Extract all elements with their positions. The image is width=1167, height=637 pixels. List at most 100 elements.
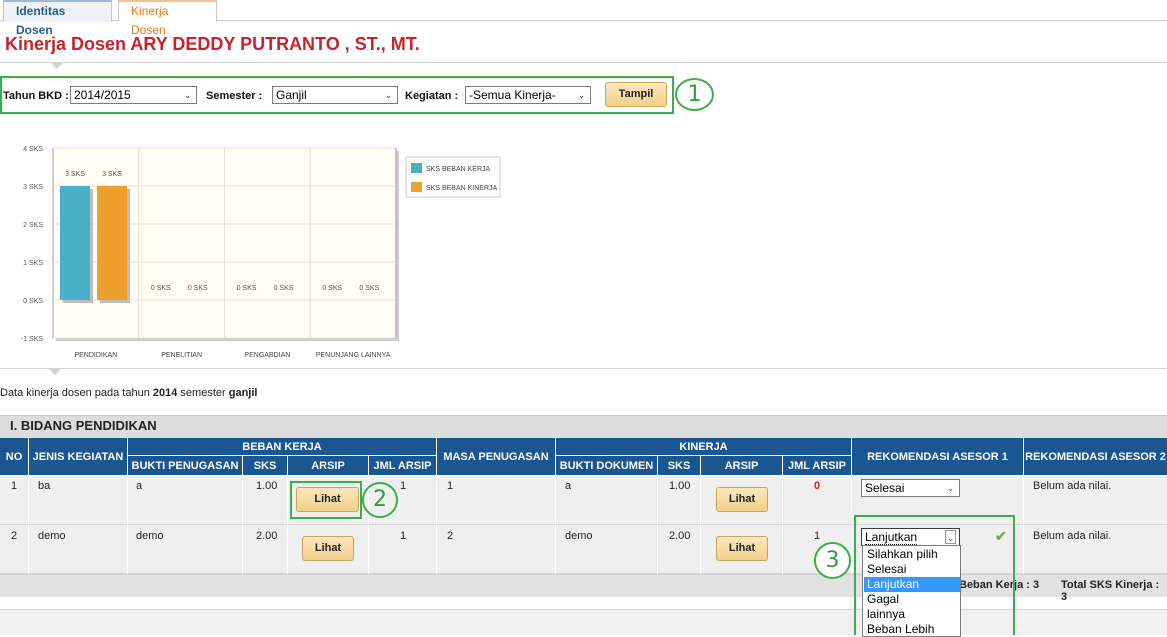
divider bbox=[0, 62, 1167, 63]
column-separator bbox=[28, 476, 29, 574]
col-no: NO bbox=[0, 438, 29, 476]
info-semester: ganjil bbox=[228, 387, 258, 399]
section-title: I. BIDANG PENDIDIKAN bbox=[10, 418, 157, 433]
cell-sks: 1.00 bbox=[256, 480, 278, 492]
tab-identitas-dosen[interactable]: Identitas Dosen bbox=[3, 0, 112, 37]
divider-pointer bbox=[48, 368, 62, 375]
tab-bar: Identitas Dosen Kinerja Dosen bbox=[0, 0, 1167, 37]
column-separator bbox=[657, 476, 658, 574]
x-tick-label: PENGABDIAN bbox=[244, 352, 290, 359]
data-label: 3 SKS bbox=[102, 171, 122, 178]
column-separator bbox=[782, 476, 783, 574]
data-label: 0 SKS bbox=[322, 285, 342, 292]
kegiatan-value: -Semua Kinerja- bbox=[469, 88, 556, 102]
cell-sks-kinerja: 2.00 bbox=[669, 530, 691, 542]
column-separator bbox=[555, 476, 556, 574]
dropdown-highlight-box bbox=[854, 515, 1015, 635]
kegiatan-label: Kegiatan : bbox=[405, 90, 459, 102]
rekomendasi-value: Selesai bbox=[865, 481, 905, 495]
page-title: Kinerja Dosen ARY DEDDY PUTRANTO , ST., … bbox=[5, 34, 420, 54]
info-year: 2014 bbox=[152, 387, 178, 399]
cell-jml-arsip: 1 bbox=[400, 480, 407, 492]
cell-sks-kinerja: 1.00 bbox=[669, 480, 691, 492]
cell-no: 2 bbox=[11, 530, 18, 542]
col-sks: SKS bbox=[243, 456, 288, 476]
col-masa-penugasan: MASA PENUGASAN bbox=[437, 438, 556, 476]
col-arsip: ARSIP bbox=[288, 456, 369, 476]
cell-bukti: a bbox=[136, 480, 143, 492]
bar bbox=[97, 186, 127, 300]
col-jenis-kegiatan: JENIS KEGIATAN bbox=[29, 438, 128, 476]
data-label: 3 SKS bbox=[65, 171, 85, 178]
legend-swatch bbox=[411, 163, 422, 173]
x-tick-label: PENUNJANG LAINNYA bbox=[316, 352, 391, 359]
cell-sks: 2.00 bbox=[256, 530, 278, 542]
info-mid: semester bbox=[177, 387, 229, 399]
lihat-button[interactable]: Lihat bbox=[302, 536, 354, 561]
semester-select[interactable]: Ganjil ⌄ bbox=[272, 86, 398, 104]
chevron-down-icon: ⌄ bbox=[577, 90, 586, 100]
divider-pointer bbox=[50, 62, 64, 69]
tab-kinerja-dosen[interactable]: Kinerja Dosen bbox=[118, 0, 217, 37]
cell-jml-arsip-kinerja: 1 bbox=[814, 530, 821, 542]
column-separator bbox=[851, 476, 852, 574]
y-tick-label: -1 SKS bbox=[21, 336, 44, 343]
info-prefix: Data kinerja dosen pada tahun bbox=[0, 387, 153, 399]
lihat-kinerja-button[interactable]: Lihat bbox=[716, 536, 768, 561]
sks-chart: 4 SKS 3 SKS 2 SKS 1 SKS 0 SKS -1 SKS 3 SKS 3 SK… bbox=[21, 146, 501, 359]
semester-label: Semester : bbox=[206, 90, 263, 102]
y-tick-label: 2 SKS bbox=[23, 222, 43, 229]
tampil-button[interactable]: Tampil bbox=[605, 82, 667, 107]
tahun-select[interactable]: 2014/2015 ⌄ bbox=[70, 86, 197, 104]
info-text: Data kinerja dosen pada tahun 2014 semes… bbox=[0, 387, 257, 399]
x-tick-label: PENDIDIKAN bbox=[74, 352, 117, 359]
cell-bukti-dokumen: a bbox=[565, 480, 572, 492]
annotation-2: 2 bbox=[362, 482, 398, 518]
lihat-kinerja-button[interactable]: Lihat bbox=[716, 487, 768, 512]
tahun-label: Tahun BKD : bbox=[3, 90, 69, 102]
col-sks-kinerja: SKS bbox=[658, 456, 701, 476]
column-separator bbox=[1023, 476, 1024, 574]
cell-rekomendasi-2: Belum ada nilai. bbox=[1033, 480, 1112, 492]
semester-value: Ganjil bbox=[276, 88, 307, 102]
data-label: 0 SKS bbox=[151, 285, 171, 292]
cell-masa: 2 bbox=[447, 530, 454, 542]
column-separator bbox=[242, 476, 243, 574]
cell-no: 1 bbox=[11, 480, 18, 492]
data-label: 0 SKS bbox=[274, 285, 294, 292]
cell-jenis: ba bbox=[38, 480, 51, 492]
column-separator bbox=[700, 476, 701, 574]
column-separator bbox=[287, 476, 288, 574]
col-beban-kerja: BEBAN KERJA bbox=[128, 438, 437, 456]
bar bbox=[60, 186, 90, 300]
tahun-value: 2014/2015 bbox=[74, 88, 131, 102]
rekomendasi-select[interactable]: Selesai ⌄ bbox=[861, 479, 960, 497]
kegiatan-select[interactable]: -Semua Kinerja- ⌄ bbox=[465, 86, 591, 104]
annotation-1: 1 bbox=[675, 78, 714, 111]
chevron-down-icon: ⌄ bbox=[183, 90, 192, 100]
data-label: 0 SKS bbox=[359, 285, 379, 292]
legend-label: SKS BEBAN KERJA bbox=[426, 166, 491, 173]
column-separator bbox=[436, 476, 437, 574]
col-bukti-dokumen: BUKTI DOKUMEN bbox=[556, 456, 658, 476]
col-rekomendasi-asesor-2: REKOMENDASI ASESOR 2 bbox=[1024, 438, 1167, 476]
data-label: 0 SKS bbox=[237, 285, 257, 292]
legend-swatch bbox=[411, 182, 422, 192]
cell-bukti: demo bbox=[136, 530, 164, 542]
col-kinerja: KINERJA bbox=[556, 438, 852, 456]
col-jml-arsip: JML ARSIP bbox=[369, 456, 437, 476]
cell-jenis: demo bbox=[38, 530, 66, 542]
y-tick-label: 0 SKS bbox=[23, 298, 43, 305]
cell-bukti-dokumen: demo bbox=[565, 530, 593, 542]
col-arsip-kinerja: ARSIP bbox=[701, 456, 783, 476]
col-rekomendasi-asesor-1: REKOMENDASI ASESOR 1 bbox=[852, 438, 1024, 476]
data-label: 0 SKS bbox=[188, 285, 208, 292]
col-jml-arsip-kinerja: JML ARSIP bbox=[783, 456, 852, 476]
x-tick-label: PENELITIAN bbox=[161, 352, 202, 359]
footer-total-sks: Total SKS Kinerja : 3 bbox=[1061, 579, 1160, 603]
annotation-3: 3 bbox=[814, 542, 851, 579]
cell-jml-arsip: 1 bbox=[400, 530, 407, 542]
y-tick-label: 3 SKS bbox=[23, 184, 43, 191]
chevron-down-icon: ⌄ bbox=[384, 90, 393, 100]
cell-masa: 1 bbox=[447, 480, 454, 492]
